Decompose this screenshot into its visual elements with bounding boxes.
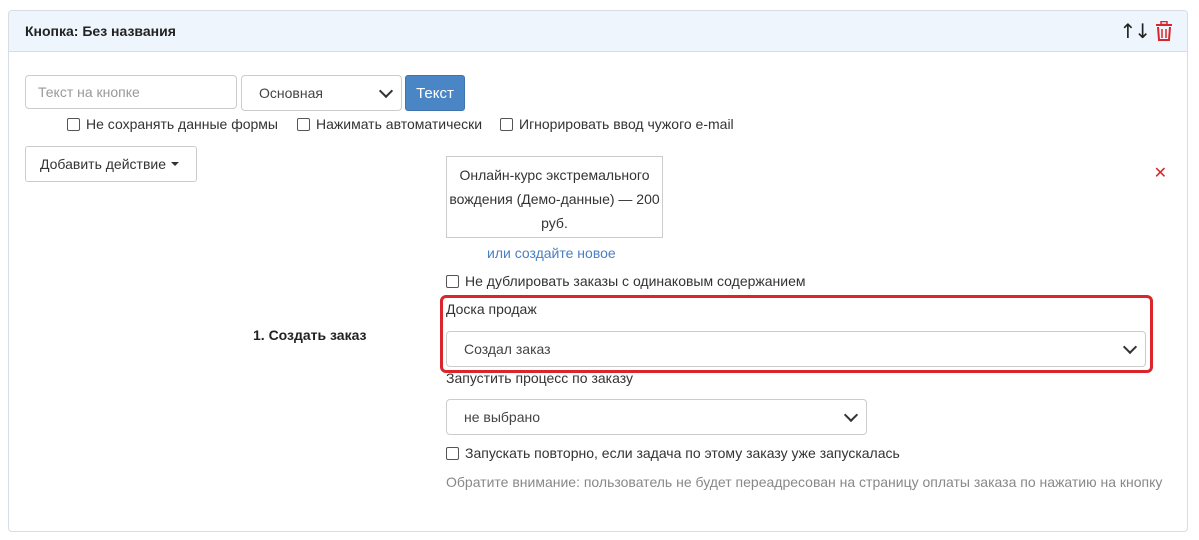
- process-label: Запустить процесс по заказу: [446, 370, 633, 386]
- create-new-link[interactable]: или создайте новое: [487, 245, 616, 261]
- rerun-checkbox[interactable]: Запускать повторно, если задача по этому…: [446, 445, 900, 461]
- process-value: не выбрано: [464, 409, 541, 425]
- add-action-button[interactable]: Добавить действие: [25, 146, 197, 182]
- checkbox-box[interactable]: [67, 117, 80, 131]
- button-text-input[interactable]: [25, 75, 237, 109]
- product-card[interactable]: Онлайн-курс экстремального вождения (Дем…: [446, 156, 663, 238]
- checkbox-box[interactable]: [446, 446, 459, 460]
- close-icon[interactable]: ✕: [1154, 163, 1167, 182]
- chevron-down-icon: [1122, 339, 1138, 355]
- rerun-label: Запускать повторно, если задача по этому…: [465, 445, 900, 461]
- panel-header: Кнопка: Без названия ↑↓: [9, 11, 1187, 52]
- move-arrows-icon[interactable]: ↑↓: [1119, 19, 1150, 43]
- no-save-label: Не сохранять данные формы: [86, 116, 278, 132]
- note-text: Обратите внимание: пользователь не будет…: [446, 474, 1163, 490]
- process-select[interactable]: не выбрано: [446, 399, 867, 435]
- button-panel: Кнопка: Без названия ↑↓ Основная Текст Н…: [8, 10, 1188, 532]
- auto-press-checkbox[interactable]: Нажимать автоматически: [297, 116, 482, 132]
- chevron-down-icon: [378, 83, 394, 99]
- checkbox-box[interactable]: [297, 117, 310, 131]
- sales-board-label: Доска продаж: [446, 301, 537, 317]
- checkbox-box[interactable]: [500, 117, 513, 131]
- button-style-value: Основная: [259, 85, 323, 101]
- action-title: 1. Создать заказ: [253, 327, 367, 343]
- no-save-checkbox[interactable]: Не сохранять данные формы: [67, 116, 278, 132]
- caret-down-icon: [171, 162, 179, 166]
- button-style-select[interactable]: Основная: [241, 75, 402, 111]
- sales-board-select[interactable]: Создал заказ: [446, 331, 1146, 367]
- chevron-down-icon: [843, 407, 859, 423]
- text-button[interactable]: Текст: [405, 75, 465, 111]
- panel-title: Кнопка: Без названия: [25, 23, 176, 39]
- checkbox-box[interactable]: [446, 274, 459, 288]
- ignore-email-checkbox[interactable]: Игнорировать ввод чужого e-mail: [500, 116, 734, 132]
- no-duplicate-checkbox[interactable]: Не дублировать заказы с одинаковым содер…: [446, 273, 806, 289]
- sales-board-value: Создал заказ: [464, 341, 551, 357]
- trash-icon[interactable]: [1155, 21, 1173, 41]
- auto-press-label: Нажимать автоматически: [316, 116, 483, 132]
- add-action-label: Добавить действие: [40, 156, 166, 172]
- no-duplicate-label: Не дублировать заказы с одинаковым содер…: [465, 273, 806, 289]
- ignore-email-label: Игнорировать ввод чужого e-mail: [519, 116, 734, 132]
